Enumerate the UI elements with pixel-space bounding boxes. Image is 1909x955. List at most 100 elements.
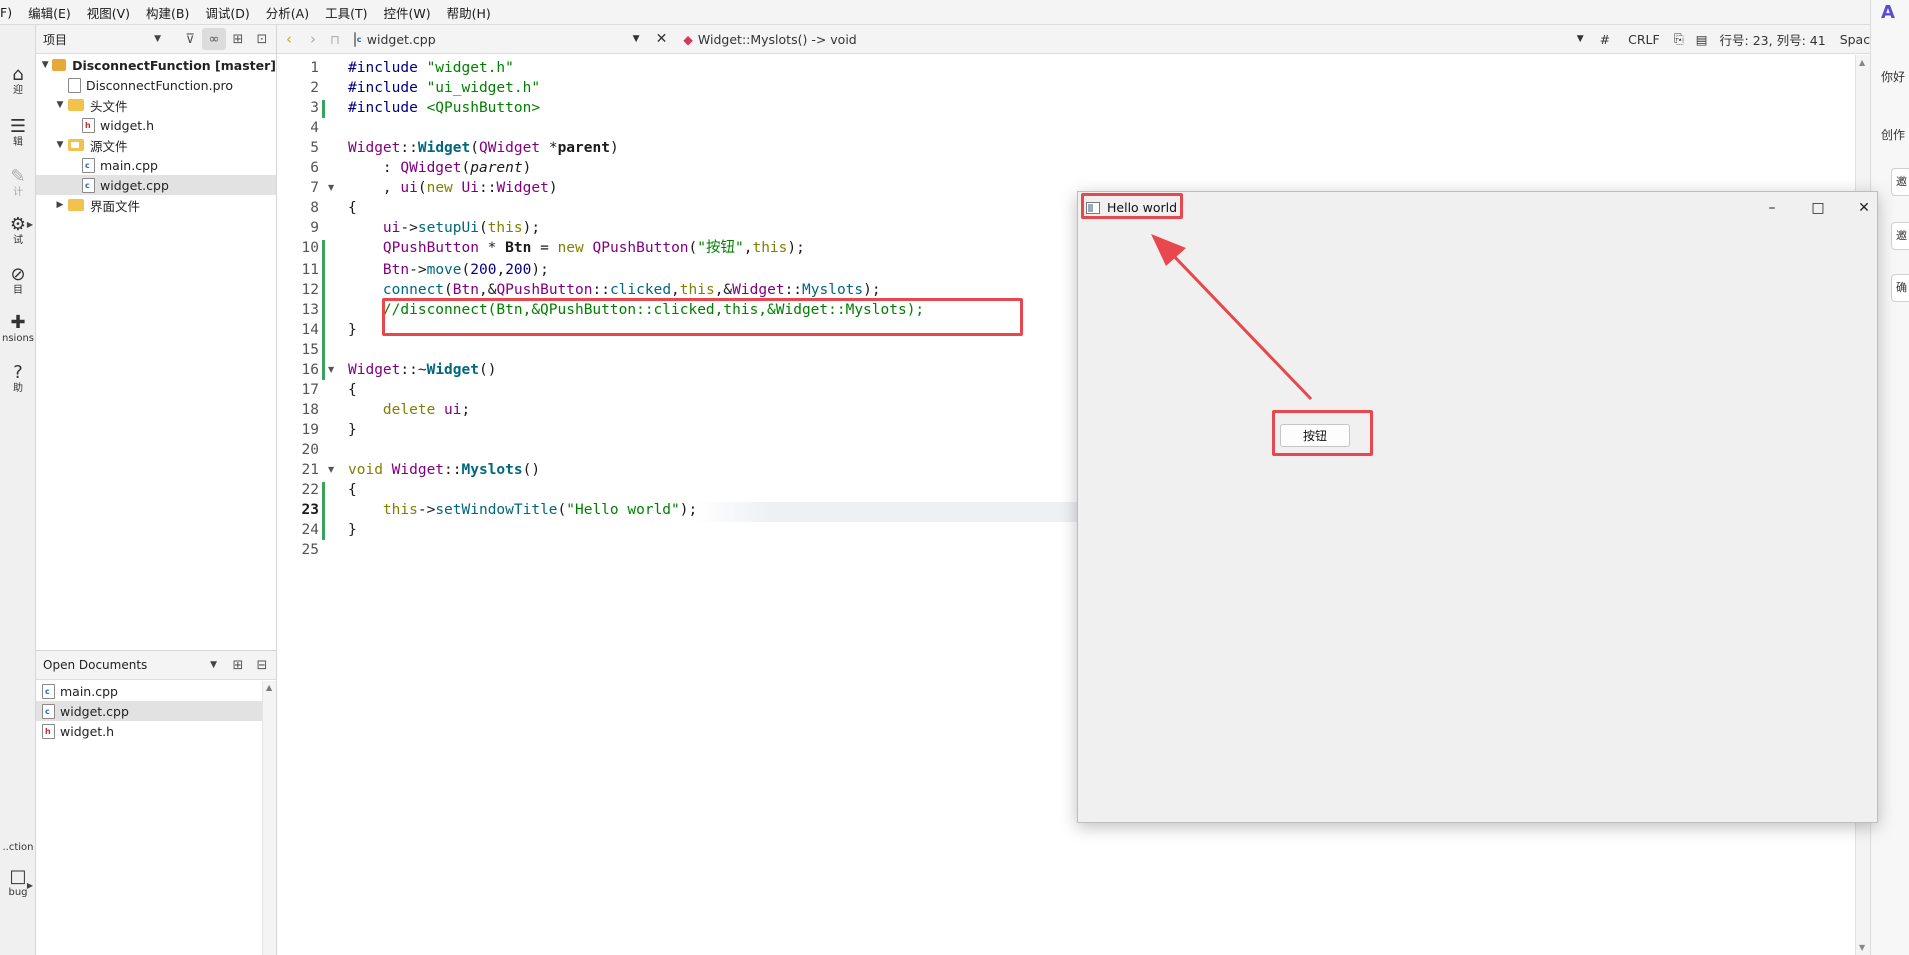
mode-debug[interactable]: ⚙ 试 ▶: [0, 215, 36, 247]
fold-toggle-icon[interactable]: ▼: [328, 365, 334, 374]
tree-item-forms[interactable]: ▶ 界面文件: [36, 195, 276, 215]
menu-edit[interactable]: 编辑(E): [20, 3, 79, 22]
line-number: 9: [310, 220, 319, 236]
mode-extensions[interactable]: ✚ nsions: [0, 313, 36, 345]
side-panel-text: 你好: [1881, 70, 1906, 84]
menu-view[interactable]: 视图(V): [79, 3, 138, 22]
menu-build[interactable]: 构建(B): [138, 3, 197, 22]
edit-icon: ☰: [9, 116, 27, 137]
menu-tools[interactable]: 工具(T): [317, 3, 375, 22]
chevron-down-icon: ▼: [56, 140, 64, 150]
chevron-right-icon: ▶: [26, 220, 33, 229]
cursor-position-label[interactable]: 行号: 23, 列号: 41: [1720, 30, 1826, 49]
menu-debug[interactable]: 调试(D): [197, 3, 257, 22]
open-documents-scrollbar[interactable]: ▲: [262, 681, 276, 955]
back-icon[interactable]: ‹: [286, 30, 292, 48]
tree-item-label: main.cpp: [100, 157, 158, 173]
side-panel-text: 创作: [1881, 128, 1906, 142]
mode-edit[interactable]: ☰ 辑: [0, 117, 36, 149]
code-line: , ui(new Ui::Widget): [348, 180, 558, 196]
list-item[interactable]: widget.h: [36, 721, 262, 741]
tree-item-widget-cpp[interactable]: widget.cpp: [36, 175, 276, 195]
chevron-down-icon[interactable]: ▼: [633, 34, 640, 44]
mode-design[interactable]: ✎ 计: [0, 167, 36, 199]
code-line: void Widget::Myslots(): [348, 462, 541, 478]
filter-icon[interactable]: ⊽: [178, 28, 202, 50]
code-line: {: [348, 200, 357, 216]
mode-project[interactable]: ⊘ 目: [0, 265, 36, 297]
document-icon[interactable]: ▤: [1696, 32, 1708, 47]
annotation-box-window-title: [1081, 193, 1183, 219]
link-icon[interactable]: ∞: [202, 28, 226, 50]
project-view-combo[interactable]: 项目 ▼: [40, 29, 164, 49]
close-icon[interactable]: ✕: [1852, 198, 1876, 218]
fold-toggle-icon[interactable]: ▼: [328, 465, 334, 474]
side-panel-button[interactable]: 邀: [1891, 222, 1909, 250]
fold-toggle-icon[interactable]: ▼: [328, 183, 334, 192]
mode-welcome[interactable]: ⌂ 迎: [0, 65, 36, 97]
list-item[interactable]: main.cpp: [36, 681, 262, 701]
symbol-combo-label[interactable]: Widget::Myslots() -> void: [698, 32, 857, 47]
cpp-file-icon: [353, 31, 362, 47]
list-item[interactable]: widget.cpp: [36, 701, 262, 721]
line-number: 11: [301, 262, 319, 278]
code-line: {: [348, 482, 357, 498]
tree-item-headers[interactable]: ▼ 头文件: [36, 95, 276, 115]
mode-help-label: 助: [13, 383, 23, 394]
app-window-titlebar[interactable]: Hello world – □ ✕: [1078, 192, 1877, 224]
mode-design-label: 计: [13, 187, 23, 198]
menu-file[interactable]: F): [0, 5, 20, 20]
open-documents-combo[interactable]: Open Documents ▼: [40, 655, 220, 675]
image-icon[interactable]: ⊡: [250, 28, 274, 50]
menu-analyze[interactable]: 分析(A): [258, 3, 317, 22]
chevron-down-icon[interactable]: ▼: [1577, 34, 1584, 44]
tree-item-main-cpp[interactable]: main.cpp: [36, 155, 276, 175]
tree-item-project[interactable]: ▼ DisconnectFunction [master]: [36, 55, 276, 75]
line-number: 6: [310, 160, 319, 176]
code-line: #include <QPushButton>: [348, 100, 541, 116]
close-icon[interactable]: ✕: [656, 31, 668, 47]
file-encoding-icon[interactable]: ⎘: [1674, 31, 1684, 47]
project-folder-icon: [52, 59, 67, 71]
menu-help[interactable]: 帮助(H): [439, 3, 499, 22]
list-item-label: main.cpp: [60, 683, 118, 699]
forward-icon[interactable]: ›: [310, 30, 316, 48]
maximize-icon[interactable]: □: [1806, 198, 1830, 218]
annotation-box-disconnect-line: [382, 298, 1023, 336]
side-panel-button[interactable]: 邀: [1891, 168, 1909, 196]
chevron-down-icon: ▼: [210, 660, 217, 670]
build-config[interactable]: □ ▶ bug: [0, 867, 36, 899]
lock-icon: ⊓: [330, 31, 340, 47]
line-number: 10: [301, 240, 319, 256]
tree-item-widget-h[interactable]: widget.h: [36, 115, 276, 135]
add-split-icon[interactable]: ⊞: [226, 28, 250, 50]
add-split-icon[interactable]: ⊞: [226, 654, 250, 676]
code-line: Btn->move(200,200);: [382, 262, 549, 278]
minimize-icon[interactable]: –: [1760, 198, 1784, 218]
open-documents-panel: Open Documents ▼ ⊞ ⊟ main.cpp widget.cpp…: [36, 650, 277, 955]
tree-item-label: 界面文件: [90, 198, 141, 214]
chevron-up-icon: ▲: [1859, 58, 1866, 67]
kit-project-label: ..ction: [2, 842, 34, 853]
line-ending-label[interactable]: CRLF: [1628, 32, 1660, 47]
line-number: 3: [310, 100, 319, 116]
chevron-right-icon: ▶: [56, 200, 64, 210]
tree-item-pro-file[interactable]: DisconnectFunction.pro: [36, 75, 276, 95]
mode-help[interactable]: ? 助: [0, 363, 36, 395]
line-number-current: 23: [301, 502, 319, 518]
line-number: 1: [310, 60, 319, 76]
hash-label[interactable]: #: [1600, 32, 1610, 47]
current-file-label[interactable]: widget.cpp: [367, 32, 436, 47]
kit-selector[interactable]: ..ction: [0, 842, 36, 854]
menu-bar: F) 编辑(E) 视图(V) 构建(B) 调试(D) 分析(A) 工具(T) 控…: [0, 0, 1870, 25]
code-line: #include "ui_widget.h": [348, 80, 541, 96]
side-panel-button[interactable]: 确: [1891, 274, 1909, 302]
tree-item-sources[interactable]: ▼ 源文件: [36, 135, 276, 155]
collapse-icon[interactable]: ⊟: [250, 654, 274, 676]
open-documents-list: main.cpp widget.cpp widget.h: [36, 680, 276, 741]
line-number-gutter: 1 2 3 4 5 6 7 8 9 10 11 12 13 14 15 16 1…: [277, 55, 344, 955]
change-marker: [322, 240, 325, 380]
tree-item-label: 源文件: [90, 138, 128, 154]
mode-welcome-label: 迎: [13, 85, 23, 96]
menu-controls[interactable]: 控件(W): [375, 3, 438, 22]
